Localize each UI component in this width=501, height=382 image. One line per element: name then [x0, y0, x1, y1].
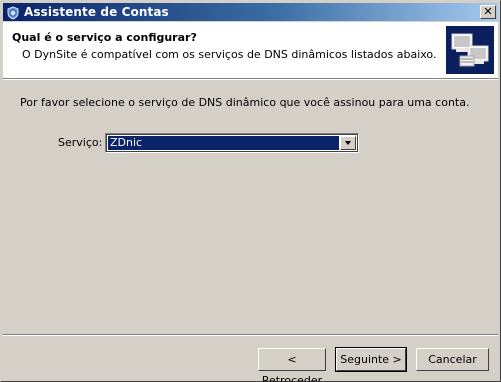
instruction-text: Por favor selecione o serviço de DNS din…	[20, 96, 470, 109]
network-computers-icon	[446, 26, 494, 74]
close-icon: ✕	[483, 5, 493, 18]
close-button[interactable]: ✕	[480, 5, 496, 19]
window-title: Assistente de Contas	[24, 5, 169, 19]
title-bar[interactable]: Assistente de Contas ✕	[3, 3, 498, 21]
service-label: Serviço:	[58, 136, 103, 149]
header-divider	[3, 78, 498, 80]
wizard-window: Assistente de Contas ✕ Qual é o serviço …	[0, 0, 501, 382]
footer-divider	[3, 334, 498, 336]
service-dropdown-button[interactable]	[340, 136, 356, 150]
page-title: Qual é o serviço a configurar?	[12, 31, 197, 44]
wizard-header: Qual é o serviço a configurar? O DynSite…	[3, 22, 498, 78]
next-button[interactable]: Seguinte >	[335, 347, 407, 372]
service-select[interactable]: ZDnic	[105, 133, 359, 153]
back-button[interactable]: < Retroceder	[258, 348, 326, 382]
page-subtitle: O DynSite é compatível com os serviços d…	[22, 48, 437, 61]
shield-globe-icon	[6, 5, 20, 20]
service-selected-value[interactable]: ZDnic	[108, 136, 339, 150]
cancel-button[interactable]: Cancelar	[416, 348, 489, 371]
chevron-down-icon	[345, 141, 351, 145]
